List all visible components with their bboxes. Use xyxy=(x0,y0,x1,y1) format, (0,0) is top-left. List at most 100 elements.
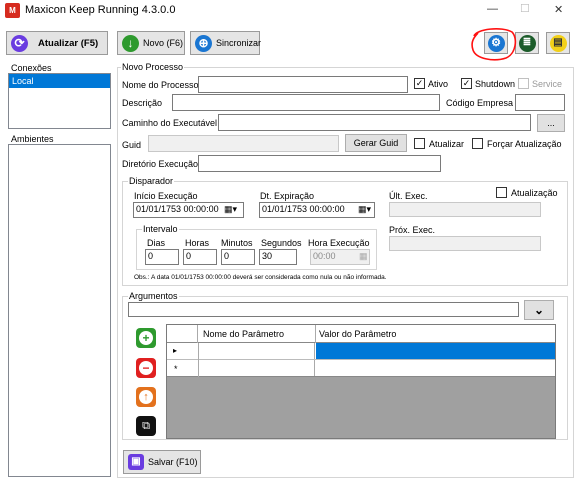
browse-button[interactable]: ... xyxy=(537,114,565,132)
company-code-label: Código Empresa xyxy=(446,98,514,108)
shutdown-label: Shutdown xyxy=(475,79,516,89)
cell-value[interactable] xyxy=(316,360,555,376)
shutdown-checkbox[interactable]: ✓ xyxy=(461,78,472,89)
seconds-input[interactable]: 30 xyxy=(259,249,297,265)
service-checkbox[interactable] xyxy=(518,78,529,89)
minutes-label: Minutos xyxy=(221,238,253,248)
trigger-update-checkbox[interactable] xyxy=(496,187,507,198)
arguments-title: Argumentos xyxy=(128,291,179,301)
minutes-input[interactable]: 0 xyxy=(221,249,255,265)
service-label: Service xyxy=(532,79,563,89)
environments-list[interactable] xyxy=(8,144,111,477)
window-title: Maxicon Keep Running 4.3.0.0 xyxy=(25,4,176,16)
connections-list[interactable]: Local xyxy=(8,73,111,129)
sync-button[interactable]: ⊕ Sincronizar xyxy=(190,31,261,55)
external-link-icon: ⧉ xyxy=(142,419,150,432)
column-header-name[interactable]: Nome do Parâmetro xyxy=(203,329,284,339)
annotation-circle xyxy=(471,27,517,61)
last-exec-value xyxy=(389,202,541,217)
remove-argument-button[interactable]: − xyxy=(136,358,156,378)
grid-header-row: Nome do Parâmetro Valor do Parâmetro xyxy=(167,325,555,343)
column-header-value[interactable]: Valor do Parâmetro xyxy=(319,329,396,339)
maximize-button[interactable]: ☐ xyxy=(520,2,530,15)
notes-button[interactable]: ▤ xyxy=(546,32,570,54)
force-update-label: Forçar Atualização xyxy=(487,139,562,149)
move-up-button[interactable]: ↑ xyxy=(136,387,156,407)
connections-title: Conexões xyxy=(11,63,52,73)
arrow-down-icon: ↓ xyxy=(122,34,139,52)
arguments-dropdown-button[interactable]: ⌄ xyxy=(524,300,554,320)
arguments-grid: Nome do Parâmetro Valor do Parâmetro ▸ * xyxy=(166,324,556,439)
minus-icon: − xyxy=(139,361,153,375)
start-label: Início Execução xyxy=(134,191,198,201)
database-icon: ≣ xyxy=(518,34,536,52)
exec-dir-input[interactable] xyxy=(198,155,441,172)
last-exec-label: Últ. Exec. xyxy=(389,191,428,201)
force-update-checkbox[interactable] xyxy=(472,138,483,149)
save-button[interactable]: ▣ Salvar (F10) xyxy=(123,450,201,474)
new-button[interactable]: ↓ Novo (F6) xyxy=(117,31,185,55)
row-marker: * xyxy=(174,364,178,374)
active-label: Ativo xyxy=(428,79,449,89)
refresh-label: Atualizar (F5) xyxy=(38,37,99,49)
guid-label: Guid xyxy=(122,140,142,150)
app-logo-icon: M xyxy=(5,3,20,18)
exec-time-value: 00:00 xyxy=(313,251,336,261)
company-code-input[interactable] xyxy=(515,94,565,111)
update-label: Atualizar xyxy=(429,139,465,149)
refresh-button[interactable]: ⟳ Atualizar (F5) xyxy=(6,31,108,55)
calendar-icon[interactable]: ▦▾ xyxy=(224,204,237,215)
section-title: Novo Processo xyxy=(121,62,185,72)
grid-corner-cell xyxy=(167,325,198,343)
chevron-down-icon: ⌄ xyxy=(533,303,545,317)
trigger-title: Disparador xyxy=(128,176,175,186)
start-value: 01/01/1753 00:00:00 xyxy=(136,204,219,214)
connection-item-local[interactable]: Local xyxy=(9,74,110,88)
cell-name[interactable] xyxy=(199,360,315,376)
column-divider xyxy=(315,325,316,343)
guid-input xyxy=(148,135,339,152)
date-note: Obs.: A data 01/01/1753 00:00:00 deverá … xyxy=(134,274,387,281)
next-exec-label: Próx. Exec. xyxy=(389,225,436,235)
executable-path-input[interactable] xyxy=(218,114,531,131)
external-link-button[interactable]: ⧉ xyxy=(136,416,156,436)
exec-dir-label: Diretório Execução xyxy=(122,159,199,169)
expiration-value: 01/01/1753 00:00:00 xyxy=(262,204,345,214)
notes-icon: ▤ xyxy=(549,34,567,52)
globe-icon: ⊕ xyxy=(195,34,212,52)
generate-guid-button[interactable]: Gerar Guid xyxy=(345,134,407,152)
minimize-button[interactable]: — xyxy=(487,3,498,15)
seconds-label: Segundos xyxy=(261,238,302,248)
calendar-icon[interactable]: ▦▾ xyxy=(358,204,371,215)
days-label: Dias xyxy=(147,238,166,248)
hours-input[interactable]: 0 xyxy=(183,249,217,265)
expiration-label: Dt. Expiração xyxy=(260,191,315,201)
cell-value[interactable] xyxy=(316,343,555,359)
database-button[interactable]: ≣ xyxy=(515,32,539,54)
plus-icon: + xyxy=(139,331,153,345)
table-row[interactable]: ▸ xyxy=(167,343,555,360)
interval-title: Intervalo xyxy=(142,224,179,234)
environments-title: Ambientes xyxy=(11,134,54,144)
table-row[interactable]: * xyxy=(167,360,555,377)
cell-name[interactable] xyxy=(199,343,315,359)
trigger-update-label: Atualização xyxy=(511,188,558,198)
update-checkbox[interactable] xyxy=(414,138,425,149)
exec-time-label: Hora Execução xyxy=(308,238,370,248)
arguments-input[interactable] xyxy=(128,302,519,317)
active-checkbox[interactable]: ✓ xyxy=(414,78,425,89)
description-input[interactable] xyxy=(172,94,440,111)
save-icon: ▣ xyxy=(128,454,144,470)
add-argument-button[interactable]: + xyxy=(136,328,156,348)
next-exec-value xyxy=(389,236,541,251)
process-name-label: Nome do Processo xyxy=(122,80,199,90)
new-label: Novo (F6) xyxy=(143,38,184,48)
refresh-icon: ⟳ xyxy=(11,34,28,52)
process-name-input[interactable] xyxy=(198,76,408,93)
description-label: Descrição xyxy=(122,98,163,108)
row-marker: ▸ xyxy=(173,346,178,355)
close-button[interactable]: ✕ xyxy=(554,3,563,16)
arrow-up-icon: ↑ xyxy=(139,390,153,404)
days-input[interactable]: 0 xyxy=(145,249,179,265)
save-label: Salvar (F10) xyxy=(148,457,198,467)
